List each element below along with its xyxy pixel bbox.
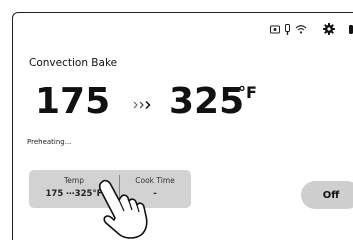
- remote-icon: [270, 21, 280, 37]
- preheat-status: Preheating...: [27, 138, 72, 146]
- current-temperature: 175: [35, 81, 111, 122]
- temperature-display: 175 325 °F: [35, 77, 335, 127]
- status-bar: [270, 21, 353, 37]
- wifi-icon: [295, 21, 307, 37]
- cooking-mode-title: Convection Bake: [29, 57, 118, 69]
- light-icon[interactable]: [349, 21, 353, 37]
- oven-display-screen: Convection Bake 175 325 °F Preheating...…: [12, 12, 353, 240]
- temperature-unit: °F: [238, 83, 257, 102]
- gear-icon[interactable]: [323, 21, 335, 37]
- off-button[interactable]: Off: [301, 181, 353, 209]
- probe-icon: [285, 21, 290, 37]
- triple-arrow-icon: [133, 96, 155, 110]
- pointing-hand-icon: [98, 179, 148, 239]
- target-temperature: 325: [169, 81, 245, 122]
